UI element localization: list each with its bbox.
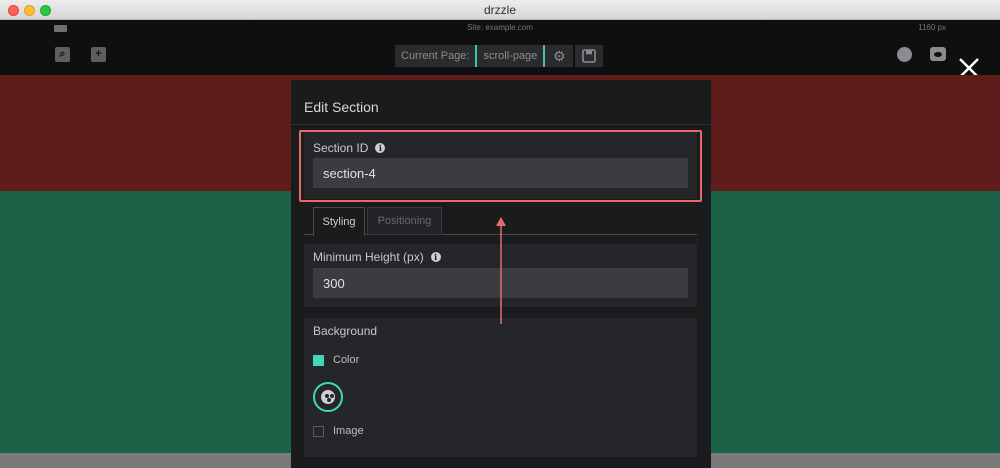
color-checkbox[interactable]	[313, 354, 324, 366]
window-title: drzzle	[483, 3, 516, 17]
current-page-bar: Current Page: scroll-page ⚙	[395, 45, 604, 67]
search-page-icon[interactable]: ⌕	[55, 47, 70, 62]
tab-styling[interactable]: Styling	[313, 207, 365, 236]
section-id-highlight	[299, 130, 702, 202]
image-checkbox[interactable]	[313, 425, 324, 437]
palette-icon	[321, 390, 335, 404]
min-height-label-text: Minimum Height (px)	[313, 250, 424, 264]
briefcase-icon[interactable]	[54, 24, 67, 33]
tab-positioning[interactable]: Positioning	[367, 207, 442, 235]
background-color-option[interactable]: Color	[313, 354, 359, 366]
save-page-button[interactable]	[575, 45, 604, 67]
current-page-select[interactable]: scroll-page	[477, 45, 544, 67]
background-label: Background	[313, 324, 378, 338]
site-label: Site: example.com	[467, 23, 533, 32]
annotation-arrow-icon	[496, 217, 506, 324]
color-option-label: Color	[333, 354, 360, 366]
background-image-option[interactable]: Image	[313, 425, 364, 437]
panel-divider	[291, 124, 711, 125]
color-picker-button[interactable]	[313, 382, 343, 412]
add-page-icon[interactable]: +	[91, 47, 106, 62]
viewport-width-label: 1160 px	[918, 23, 946, 32]
info-icon[interactable]: i	[430, 252, 441, 262]
app-toolbar: Site: example.com 1160 px ⌕ + Current Pa…	[0, 20, 1000, 78]
preview-icon[interactable]	[930, 47, 946, 61]
gear-icon: ⚙	[553, 47, 566, 64]
panel-title: Edit Section	[304, 99, 379, 115]
background-group: Background Color Image	[304, 318, 697, 457]
save-icon	[582, 49, 597, 63]
page-settings-button[interactable]: ⚙	[545, 45, 574, 67]
current-page-label: Current Page:	[395, 45, 476, 67]
window-titlebar: drzzle	[0, 0, 1000, 20]
image-option-label: Image	[333, 425, 364, 437]
globe-icon[interactable]	[897, 47, 912, 62]
min-height-label: Minimum Height (px) i	[313, 250, 441, 264]
